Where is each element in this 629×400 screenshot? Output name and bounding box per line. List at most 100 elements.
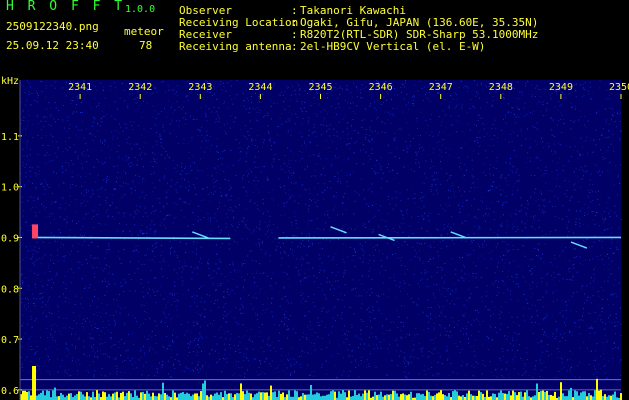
noise-speck	[476, 91, 477, 93]
noise-speck	[482, 359, 484, 361]
noise-speck	[214, 213, 216, 215]
noise-speck	[547, 344, 549, 346]
noise-speck	[266, 343, 268, 345]
noise-speck	[167, 85, 169, 87]
noise-speck	[312, 242, 314, 244]
noise-speck	[368, 260, 370, 262]
noise-speck	[535, 229, 537, 231]
noise-speck	[524, 320, 526, 322]
noise-speck	[396, 338, 398, 340]
noise-speck	[555, 321, 557, 323]
noise-speck	[579, 179, 581, 180]
noise-speck	[88, 155, 90, 157]
noise-speck	[559, 186, 561, 188]
noise-speck	[526, 128, 528, 130]
noise-speck	[410, 362, 412, 363]
noise-speck	[311, 175, 313, 177]
noise-speck	[356, 225, 358, 227]
noise-speck	[398, 257, 400, 259]
noise-speck	[313, 375, 315, 377]
noise-speck	[31, 326, 33, 328]
noise-speck	[295, 332, 297, 334]
noise-speck	[291, 195, 293, 197]
noise-speck	[495, 187, 497, 189]
noise-speck	[257, 374, 259, 376]
noise-speck	[214, 93, 215, 95]
noise-speck	[185, 187, 187, 189]
noise-speck	[392, 227, 394, 229]
noise-speck	[345, 338, 347, 340]
noise-speck	[617, 176, 619, 178]
noise-speck	[410, 259, 412, 261]
noise-speck	[340, 87, 342, 89]
noise-speck	[249, 233, 251, 235]
noise-speck	[184, 166, 186, 168]
noise-speck	[505, 259, 507, 260]
noise-speck	[507, 349, 509, 351]
noise-speck	[330, 106, 332, 108]
noise-speck	[493, 166, 494, 168]
noise-speck	[220, 127, 222, 129]
noise-speck	[44, 116, 46, 118]
noise-speck	[466, 86, 468, 88]
noise-speck	[355, 358, 356, 360]
noise-speck	[502, 240, 504, 242]
noise-speck	[213, 193, 214, 195]
noise-speck	[81, 154, 83, 156]
noise-speck	[228, 199, 230, 201]
noise-speck	[544, 206, 546, 208]
noise-speck	[328, 334, 330, 336]
noise-speck	[383, 233, 385, 235]
noise-speck	[417, 216, 419, 217]
noise-speck	[507, 335, 509, 337]
noise-speck	[307, 92, 308, 94]
noise-speck	[215, 289, 217, 291]
noise-speck	[62, 118, 64, 120]
noise-speck	[261, 241, 263, 242]
noise-speck	[49, 373, 51, 375]
noise-speck	[288, 159, 290, 161]
noise-speck	[354, 228, 356, 230]
noise-speck	[141, 158, 142, 160]
noise-speck	[532, 125, 534, 127]
noise-speck	[63, 318, 65, 319]
noise-speck	[231, 223, 232, 225]
noise-speck	[254, 155, 256, 157]
noise-speck	[308, 233, 310, 235]
noise-speck	[24, 92, 26, 94]
noise-speck	[246, 238, 248, 240]
noise-speck	[101, 162, 103, 164]
noise-speck	[388, 351, 390, 353]
noise-speck	[321, 338, 323, 340]
noise-speck	[419, 259, 421, 261]
noise-speck	[494, 119, 496, 121]
noise-speck	[294, 215, 296, 217]
noise-speck	[296, 100, 298, 102]
noise-speck	[399, 290, 401, 292]
noise-speck	[227, 280, 229, 282]
noise-speck	[408, 108, 410, 110]
noise-speck	[105, 141, 106, 143]
noise-speck	[239, 129, 241, 131]
noise-speck	[97, 245, 99, 247]
noise-speck	[51, 107, 53, 109]
noise-speck	[176, 354, 178, 355]
noise-speck	[96, 214, 98, 216]
noise-speck	[69, 184, 71, 186]
noise-speck	[96, 328, 98, 329]
noise-speck	[512, 245, 514, 247]
noise-speck	[227, 180, 229, 182]
noise-speck	[38, 211, 40, 213]
noise-speck	[557, 197, 559, 199]
noise-speck	[306, 262, 308, 264]
noise-speck	[565, 301, 567, 303]
noise-speck	[126, 138, 128, 140]
noise-speck	[504, 262, 506, 264]
noise-speck	[618, 267, 620, 269]
noise-speck	[105, 177, 107, 179]
noise-speck	[476, 286, 478, 288]
noise-speck	[47, 169, 49, 171]
noise-speck	[331, 332, 333, 334]
noise-speck	[230, 150, 232, 152]
noise-speck	[129, 360, 131, 362]
